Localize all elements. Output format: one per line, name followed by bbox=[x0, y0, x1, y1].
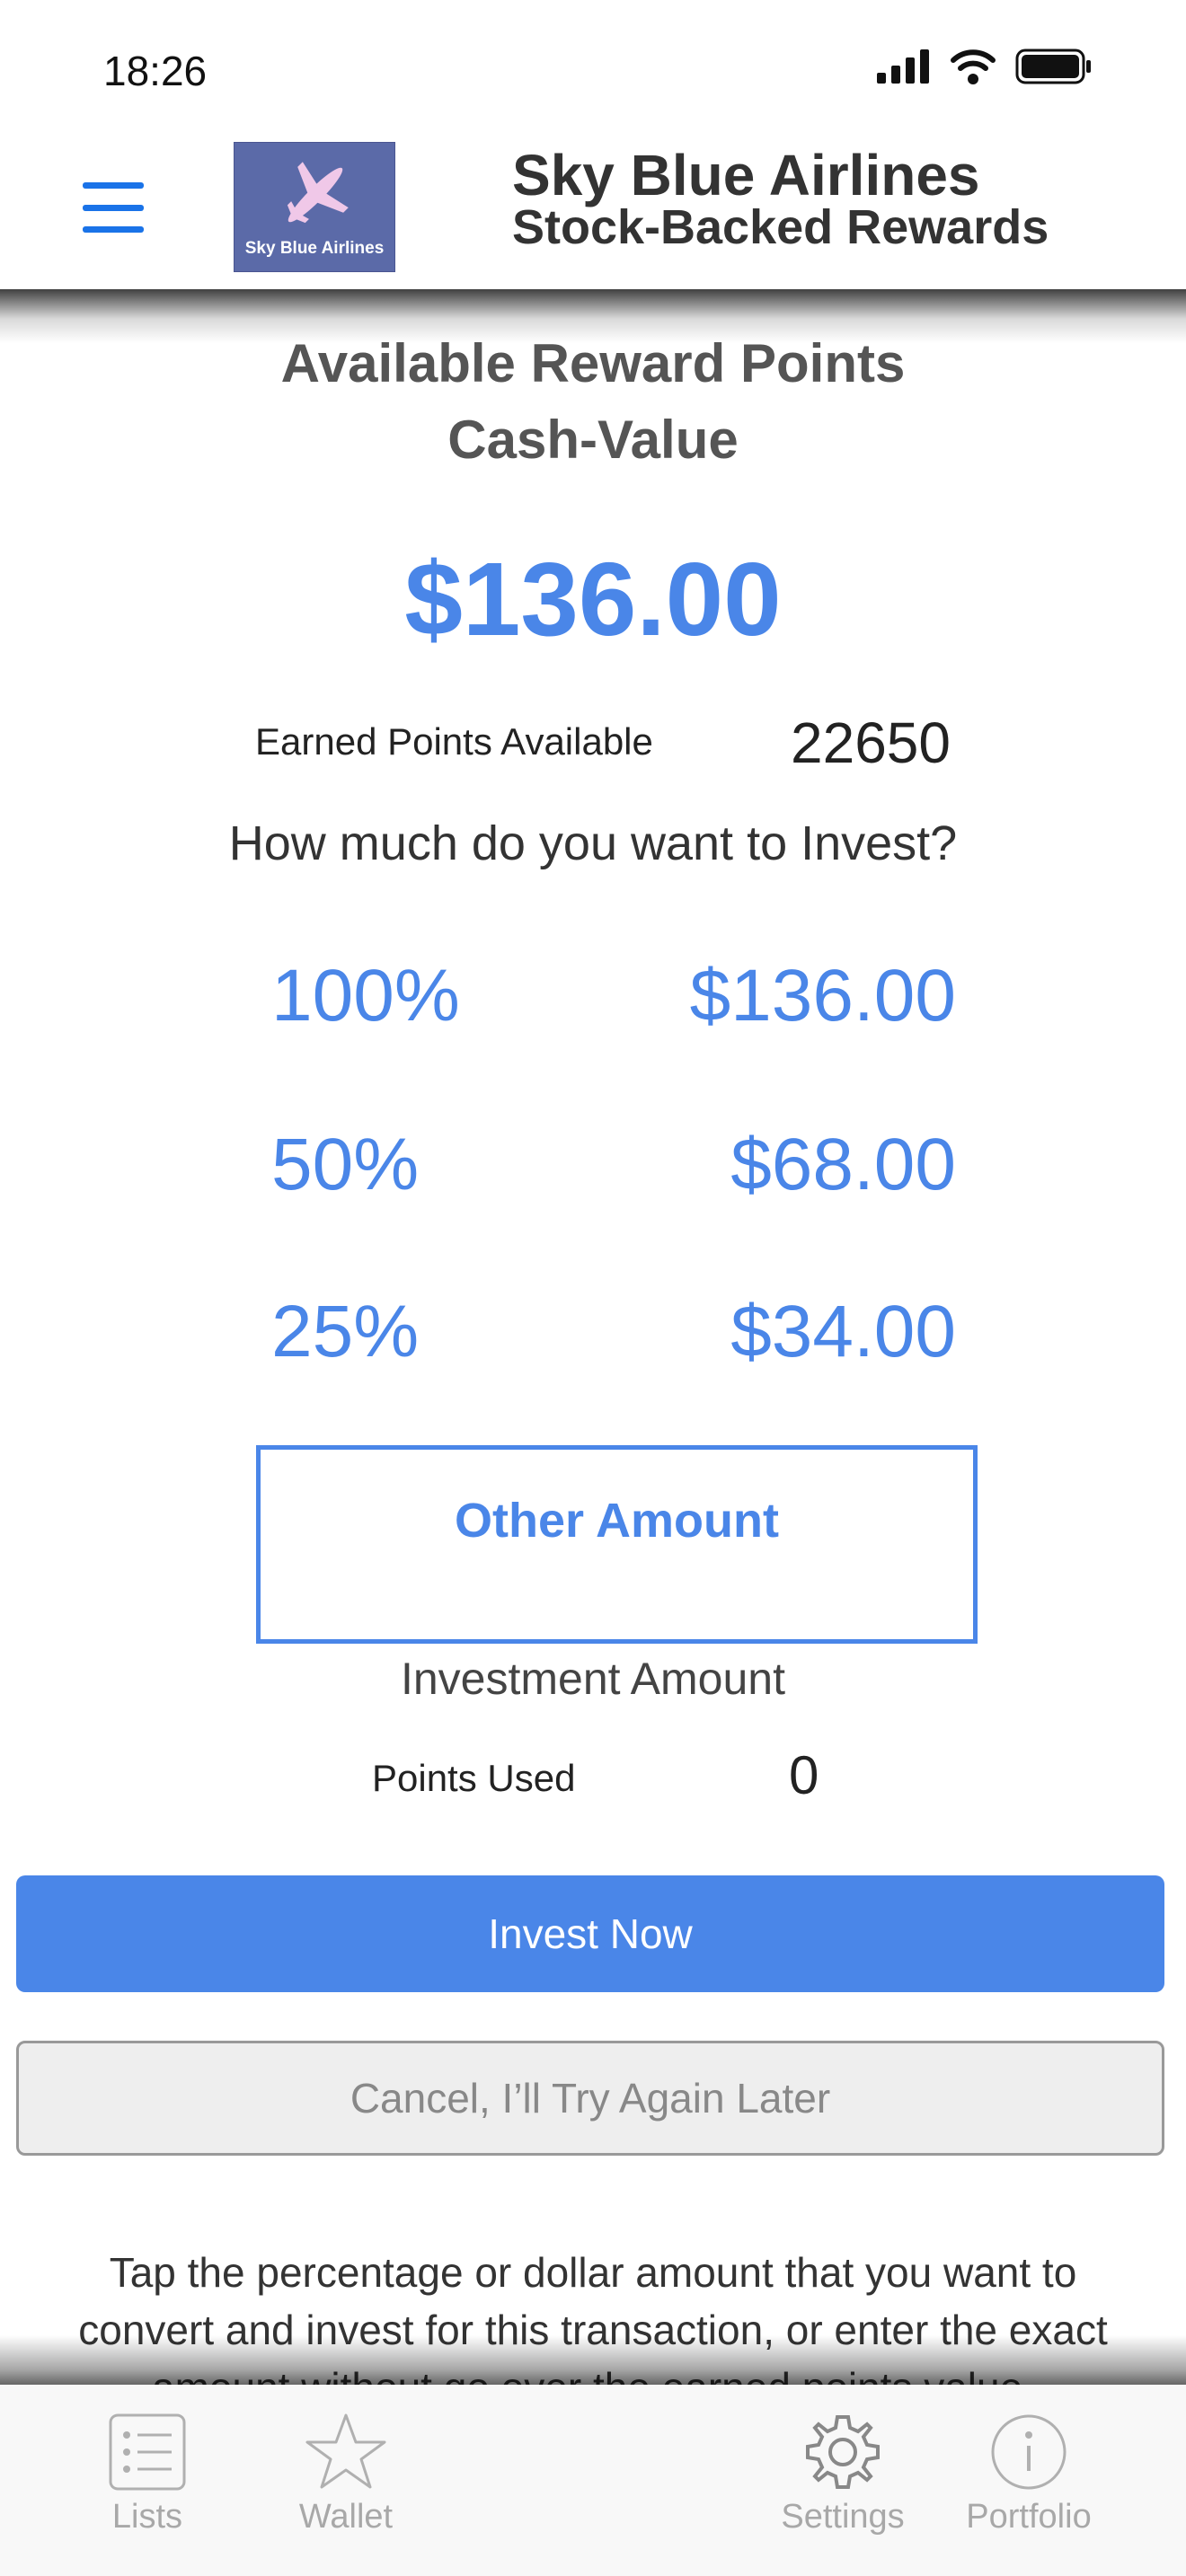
cancel-button[interactable]: Cancel, I’ll Try Again Later bbox=[16, 2041, 1164, 2156]
gear-icon bbox=[806, 2415, 880, 2489]
reward-points-heading: Available Reward Points bbox=[280, 333, 906, 393]
signal-icon bbox=[877, 49, 929, 84]
tab-lists[interactable]: Lists bbox=[75, 2412, 219, 2536]
earned-points-value: 22650 bbox=[791, 710, 951, 775]
status-icons bbox=[877, 49, 1093, 84]
earned-points-label: Earned Points Available bbox=[255, 720, 653, 763]
star-icon bbox=[305, 2413, 386, 2489]
menu-icon[interactable] bbox=[83, 182, 144, 233]
info-icon bbox=[991, 2414, 1067, 2490]
tab-settings[interactable]: Settings bbox=[771, 2412, 915, 2536]
tab-wallet-label: Wallet bbox=[298, 2498, 394, 2536]
option-100-amount[interactable]: $136.00 bbox=[690, 954, 956, 1038]
option-25-amount[interactable]: $34.00 bbox=[730, 1290, 956, 1374]
brand-title: Sky Blue Airlines bbox=[512, 143, 980, 207]
battery-icon bbox=[1015, 49, 1091, 84]
invest-now-button[interactable]: Invest Now bbox=[16, 1875, 1164, 1992]
wifi-icon bbox=[951, 49, 996, 84]
tab-portfolio-label: Portfolio bbox=[966, 2498, 1092, 2536]
option-50-percent[interactable]: 50% bbox=[271, 1123, 419, 1207]
points-used-value: 0 bbox=[789, 1745, 819, 1805]
points-used-label: Points Used bbox=[372, 1757, 576, 1799]
cash-value-heading: Cash-Value bbox=[447, 410, 739, 470]
invest-question: How much do you want to Invest? bbox=[228, 816, 958, 870]
brand-subtitle: Stock-Backed Rewards bbox=[512, 200, 1049, 254]
tab-settings-label: Settings bbox=[781, 2498, 905, 2536]
tab-lists-label: Lists bbox=[111, 2498, 183, 2536]
tabbar-shadow bbox=[0, 2335, 1186, 2385]
tab-bar: Lists Wallet Settings Portfolio bbox=[0, 2385, 1186, 2576]
list-icon bbox=[109, 2413, 186, 2491]
other-amount-input[interactable]: Other Amount bbox=[256, 1445, 978, 1644]
cash-value-amount: $136.00 bbox=[404, 541, 782, 657]
status-time: 18:26 bbox=[103, 48, 208, 94]
option-25-percent[interactable]: 25% bbox=[271, 1290, 419, 1374]
investment-amount-label: Investment Amount bbox=[400, 1654, 785, 1704]
option-50-amount[interactable]: $68.00 bbox=[730, 1123, 956, 1207]
airline-logo: Sky Blue Airlines bbox=[234, 142, 395, 272]
option-100-percent[interactable]: 100% bbox=[271, 954, 460, 1038]
other-amount-label: Other Amount bbox=[455, 1494, 779, 1548]
logo-text: Sky Blue Airlines bbox=[244, 239, 385, 258]
tab-wallet[interactable]: Wallet bbox=[274, 2412, 418, 2536]
tab-portfolio[interactable]: Portfolio bbox=[957, 2412, 1101, 2536]
